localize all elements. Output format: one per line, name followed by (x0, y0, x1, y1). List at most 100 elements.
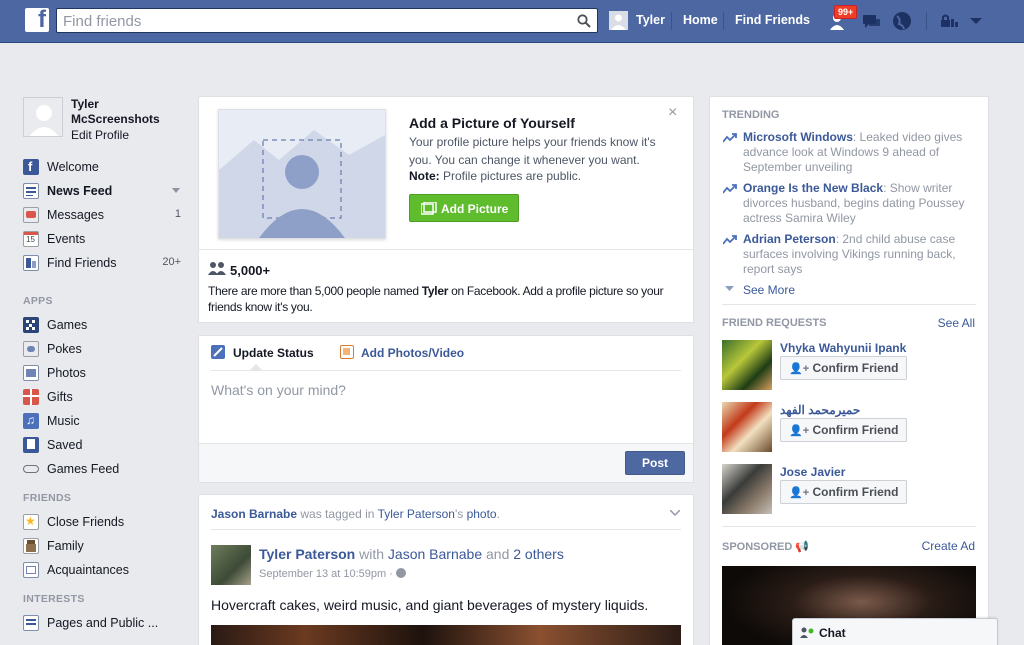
create-ad-link[interactable]: Create Ad (922, 539, 975, 553)
divider (671, 12, 672, 30)
requester-name[interactable]: Jose Javier (780, 465, 845, 479)
search-icon[interactable] (577, 14, 591, 28)
friend-requests-header: FRIEND REQUESTS (722, 317, 827, 329)
nav-welcome[interactable]: f Welcome (23, 157, 183, 177)
note-label: Note: (409, 169, 440, 183)
profile-name[interactable]: Tyler McScreenshots (71, 97, 181, 127)
nav-music[interactable]: ♫ Music (23, 411, 183, 431)
search-input[interactable] (63, 11, 563, 31)
gift-icon (23, 389, 39, 405)
photo-video-icon (340, 345, 354, 359)
nav-label: Games Feed (47, 462, 120, 476)
trending-item[interactable]: Microsoft Windows: Leaked video gives ad… (743, 130, 973, 175)
profile-link[interactable]: Tyler (636, 13, 665, 27)
nav-label: Music (47, 414, 80, 428)
sponsored-label: SPONSORED (722, 541, 793, 553)
top-navigation-bar: f Tyler Home Find Friends 99+ (0, 0, 1024, 43)
nav-label: Welcome (47, 160, 99, 174)
requester-avatar[interactable] (722, 402, 772, 452)
privacy-lock-icon[interactable] (938, 10, 960, 32)
nav-gifts[interactable]: Gifts (23, 387, 183, 407)
globe-icon[interactable] (891, 10, 913, 32)
see-all-link[interactable]: See All (938, 316, 975, 330)
add-picture-card: Add a Picture of Yourself Your profile p… (198, 96, 694, 323)
add-picture-button[interactable]: Add Picture (409, 194, 519, 222)
requester-avatar[interactable] (722, 340, 772, 390)
trending-topic-link[interactable]: Adrian Peterson (743, 232, 836, 246)
edit-profile-link[interactable]: Edit Profile (71, 128, 129, 142)
requester-name[interactable]: حميرمحمد الفهد (780, 403, 860, 417)
confirm-friend-button[interactable]: 👤+ Confirm Friend (780, 480, 908, 504)
requester-avatar[interactable] (722, 464, 772, 514)
nav-messages[interactable]: Messages 1 (23, 205, 183, 225)
trending-topic-link[interactable]: Microsoft Windows (743, 130, 853, 144)
nav-acquaintances[interactable]: Acquaintances (23, 560, 183, 580)
music-icon: ♫ (23, 413, 39, 429)
note-text: Profile pictures are public. (439, 169, 582, 183)
nav-games-feed[interactable]: Games Feed (23, 459, 183, 479)
post-button[interactable]: Post (625, 451, 685, 475)
info-text: There are more than 5,000 people named (208, 284, 422, 298)
globe-icon (395, 568, 406, 578)
add-picture-note: Note: Profile pictures are public. (409, 169, 581, 183)
author-avatar[interactable] (211, 545, 251, 585)
nav-pokes[interactable]: Pokes (23, 339, 183, 359)
divider (926, 12, 927, 30)
notification-badge: 99+ (834, 5, 858, 19)
home-link[interactable]: Home (683, 13, 718, 27)
tagged-person-link[interactable]: Jason Barnabe (211, 507, 297, 521)
divider (723, 12, 724, 30)
trending-topic-link[interactable]: Orange Is the New Black (743, 181, 883, 195)
photo-owner-link[interactable]: Tyler Paterson (378, 507, 455, 521)
story-message: Hovercraft cakes, weird music, and giant… (211, 597, 649, 613)
nav-label: Pages and Public ... (47, 616, 159, 630)
confirm-label: Confirm Friend (812, 361, 899, 375)
nav-label: Games (47, 318, 88, 332)
story-text: 's (454, 507, 467, 521)
story-photo[interactable] (211, 625, 681, 645)
status-input[interactable]: What's on your mind? (211, 382, 346, 398)
story-text: . (496, 507, 500, 521)
nav-close-friends[interactable]: ★ Close Friends (23, 512, 183, 532)
messages-icon[interactable] (860, 10, 882, 32)
nav-find-friends[interactable]: Find Friends 20+ (23, 253, 183, 273)
confirm-friend-button[interactable]: 👤+ Confirm Friend (780, 356, 908, 380)
chat-tab[interactable]: Chat (792, 618, 998, 645)
see-more-link[interactable]: See More (743, 283, 795, 297)
story-text: and (482, 546, 514, 562)
calendar-icon: 15 (23, 231, 39, 247)
user-avatar[interactable] (609, 11, 628, 30)
photo-link[interactable]: photo (467, 507, 497, 521)
confirm-friend-button[interactable]: 👤+ Confirm Friend (780, 418, 908, 442)
nav-events[interactable]: 15 Events (23, 229, 183, 249)
trending-item[interactable]: Adrian Peterson: 2nd child abuse case su… (743, 232, 973, 277)
friends-icon (23, 255, 39, 271)
author-link[interactable]: Tyler Paterson (259, 546, 355, 562)
others-link[interactable]: 2 others (513, 546, 564, 562)
find-friends-link[interactable]: Find Friends (735, 13, 810, 27)
nav-family[interactable]: Family (23, 536, 183, 556)
nav-games[interactable]: Games (23, 315, 183, 335)
acquaintances-icon (23, 562, 39, 578)
composer-footer (199, 443, 693, 482)
requester-name[interactable]: Vhyka Wahyunii Ipank (780, 341, 906, 355)
timestamp-text[interactable]: September 13 at 10:59pm · (259, 568, 396, 580)
update-status-tab[interactable]: Update Status (233, 346, 314, 360)
add-photos-tab[interactable]: Add Photos/Video (361, 346, 464, 360)
profile-picture[interactable] (23, 97, 63, 137)
facebook-logo-icon[interactable]: f (25, 6, 49, 33)
megaphone-icon: 📢 (795, 541, 810, 553)
chevron-down-icon[interactable] (965, 10, 987, 32)
divider (211, 529, 681, 530)
profile-photo-placeholder[interactable] (218, 109, 386, 239)
with-person-link[interactable]: Jason Barnabe (388, 546, 482, 562)
nav-label: News Feed (47, 184, 113, 198)
nav-pages-and-public[interactable]: Pages and Public ... (23, 613, 183, 633)
chevron-down-icon[interactable] (172, 188, 180, 194)
nav-news-feed[interactable]: News Feed (23, 181, 183, 201)
trending-item[interactable]: Orange Is the New Black: Show writer div… (743, 181, 973, 226)
close-icon[interactable]: × (668, 104, 677, 122)
chevron-down-icon[interactable] (670, 510, 680, 517)
nav-photos[interactable]: Photos (23, 363, 183, 383)
nav-saved[interactable]: Saved (23, 435, 183, 455)
